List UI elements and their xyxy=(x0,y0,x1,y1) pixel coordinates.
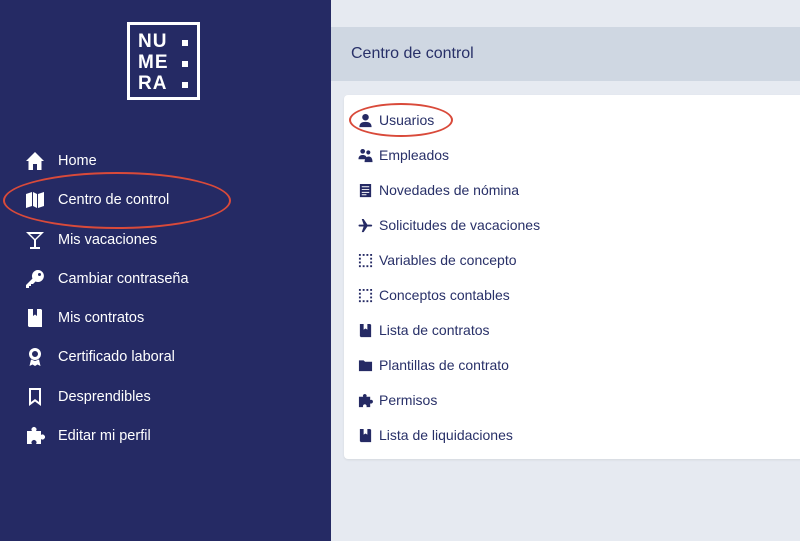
logo-dot xyxy=(182,40,188,46)
sidebar-item-label: Mis vacaciones xyxy=(58,232,158,248)
sidebar-item-label: Mis contratos xyxy=(58,310,145,326)
menu-item-label: Empleados xyxy=(379,147,450,163)
sidebar-item-label: Editar mi perfil xyxy=(58,428,151,444)
sidebar-item-centro-de-control[interactable]: Centro de control xyxy=(24,187,169,213)
page-title: Centro de control xyxy=(351,45,474,62)
menu-item-label: Plantillas de contrato xyxy=(379,357,509,373)
logo-dot xyxy=(182,61,188,67)
logo-dot xyxy=(182,82,188,88)
menu-item-empleados[interactable]: Empleados xyxy=(356,142,449,168)
sidebar-item-label: Home xyxy=(58,153,97,169)
sidebar-item-label: Cambiar contraseña xyxy=(58,271,189,287)
grid-icon xyxy=(356,286,374,304)
sidebar-item-editar-mi-perfil[interactable]: Editar mi perfil xyxy=(24,423,151,449)
menu-item-label: Variables de concepto xyxy=(379,252,517,268)
numera-logo[interactable]: NU ME RA xyxy=(127,22,200,100)
menu-item-plantillas-de-contrato[interactable]: Plantillas de contrato xyxy=(356,352,509,378)
menu-item-label: Solicitudes de vacaciones xyxy=(379,217,541,233)
menu-item-conceptos-contables[interactable]: Conceptos contables xyxy=(356,282,510,308)
menu-item-solicitudes-de-vacaciones[interactable]: Solicitudes de vacaciones xyxy=(356,212,540,238)
map-icon xyxy=(24,189,46,211)
cocktail-icon xyxy=(24,229,46,251)
newspaper-icon xyxy=(356,181,374,199)
menu-item-variables-de-concepto[interactable]: Variables de concepto xyxy=(356,247,517,273)
grid-icon xyxy=(356,251,374,269)
menu-item-label: Lista de liquidaciones xyxy=(379,427,513,443)
sidebar: NU ME RA Home Centro de control Mis vaca… xyxy=(0,0,331,541)
sidebar-item-cambiar-contrasena[interactable]: Cambiar contraseña xyxy=(24,266,189,292)
book-icon xyxy=(24,307,46,329)
award-icon xyxy=(24,346,46,368)
sidebar-item-desprendibles[interactable]: Desprendibles xyxy=(24,384,151,410)
sidebar-item-mis-contratos[interactable]: Mis contratos xyxy=(24,305,144,331)
puzzle-icon xyxy=(356,391,374,409)
sidebar-item-certificado-laboral[interactable]: Certificado laboral xyxy=(24,344,175,370)
menu-item-usuarios[interactable]: Usuarios xyxy=(356,107,434,133)
sidebar-item-label: Certificado laboral xyxy=(58,349,175,365)
menu-item-label: Conceptos contables xyxy=(379,287,510,303)
puzzle-icon xyxy=(24,425,46,447)
book-icon xyxy=(356,426,374,444)
sidebar-item-label: Desprendibles xyxy=(58,389,151,405)
menu-item-permisos[interactable]: Permisos xyxy=(356,387,437,413)
bookmark-icon xyxy=(24,386,46,408)
key-icon xyxy=(24,268,46,290)
menu-item-label: Permisos xyxy=(379,392,438,408)
menu-item-lista-de-contratos[interactable]: Lista de contratos xyxy=(356,317,490,343)
user-icon xyxy=(356,111,374,129)
menu-item-label: Usuarios xyxy=(379,112,435,128)
control-center-menu: Usuarios Empleados Novedades de nómina S… xyxy=(344,95,800,459)
users-icon xyxy=(356,146,374,164)
menu-item-novedades-de-nomina[interactable]: Novedades de nómina xyxy=(356,177,519,203)
sidebar-item-label: Centro de control xyxy=(58,192,170,208)
sidebar-item-home[interactable]: Home xyxy=(24,148,97,174)
folder-icon xyxy=(356,356,374,374)
logo-text: NU ME RA xyxy=(138,31,169,94)
menu-item-label: Lista de contratos xyxy=(379,322,490,338)
home-icon xyxy=(24,150,46,172)
menu-item-lista-de-liquidaciones[interactable]: Lista de liquidaciones xyxy=(356,422,513,448)
page-header: Centro de control xyxy=(331,27,800,81)
book-icon xyxy=(356,321,374,339)
plane-icon xyxy=(356,216,374,234)
sidebar-item-mis-vacaciones[interactable]: Mis vacaciones xyxy=(24,227,157,253)
menu-item-label: Novedades de nómina xyxy=(379,182,520,198)
